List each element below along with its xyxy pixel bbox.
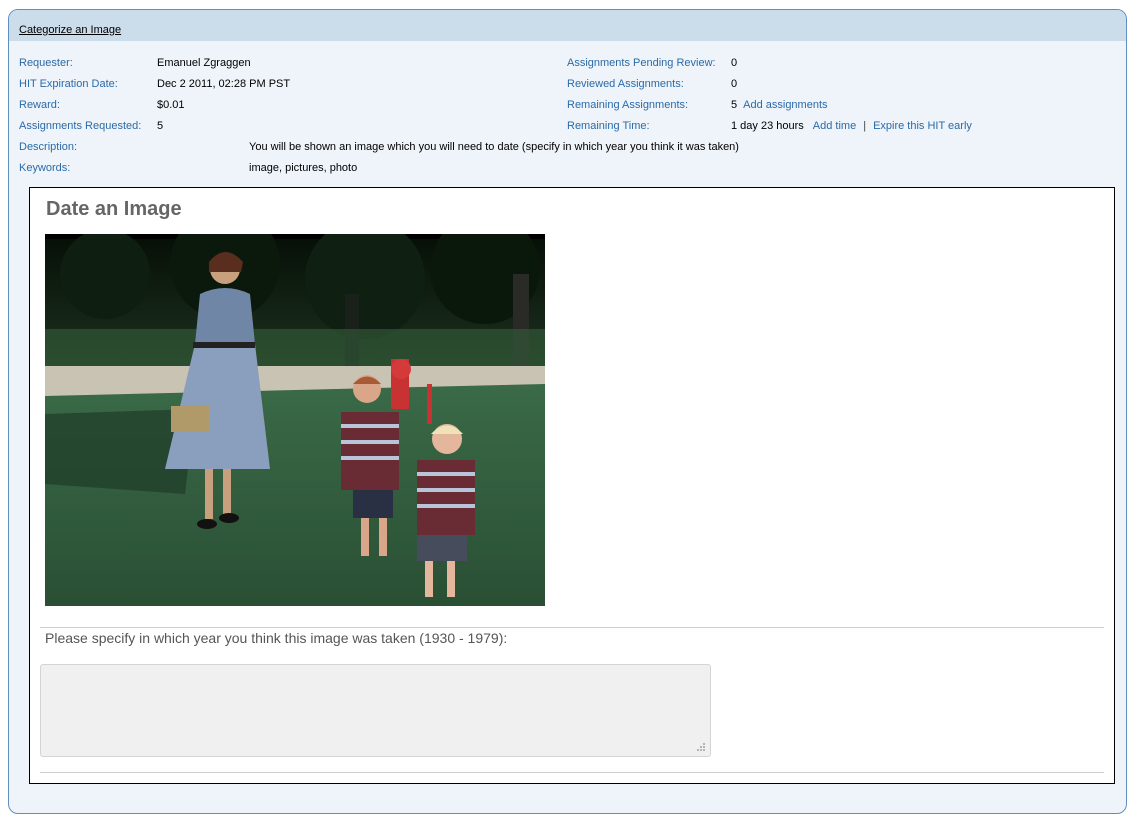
keywords-value: image, pictures, photo (249, 162, 358, 174)
panel-header: Categorize an Image (9, 10, 1126, 41)
remaining-time-value: 1 day 23 hours (731, 120, 804, 132)
link-separator: | (863, 120, 867, 132)
divider (40, 627, 1104, 628)
hit-title-link[interactable]: Categorize an Image (19, 24, 121, 36)
question-prompt: Please specify in which year you think t… (45, 630, 508, 646)
hit-info-section: Requester: Emanuel Zgraggen HIT Expirati… (9, 41, 1126, 187)
add-assignments-link[interactable]: Add assignments (743, 99, 827, 111)
year-answer-input[interactable] (40, 664, 711, 757)
remaining-assignments-row: 5 Add assignments (731, 99, 828, 111)
reviewed-label: Reviewed Assignments: (567, 78, 684, 90)
remaining-time-label: Remaining Time: (567, 120, 650, 132)
requester-label: Requester: (19, 57, 73, 69)
expire-hit-link[interactable]: Expire this HIT early (873, 120, 972, 132)
hit-heading: Date an Image (46, 198, 182, 220)
description-label: Description: (19, 141, 78, 153)
assignments-requested-value: 5 (157, 120, 164, 132)
remaining-assignments-label: Remaining Assignments: (567, 99, 689, 111)
remaining-time-row: 1 day 23 hours Add time | Expire this HIT e… (731, 120, 972, 132)
assignments-requested-label: Assignments Requested: (19, 120, 142, 132)
hit-preview-frame: Date an Image Please specify in which ye… (29, 187, 1115, 784)
expiration-value: Dec 2 2011, 02:28 PM PST (157, 78, 291, 90)
divider-bottom (40, 772, 1104, 773)
keywords-label: Keywords: (19, 162, 71, 174)
hit-details-panel: Categorize an Image Requester: Emanuel Z… (8, 9, 1127, 814)
add-time-link[interactable]: Add time (813, 120, 856, 132)
reward-value: $0.01 (157, 99, 185, 111)
description-value: You will be shown an image which you wil… (249, 141, 739, 153)
expiration-label: HIT Expiration Date: (19, 78, 118, 90)
reviewed-value: 0 (731, 78, 738, 90)
pending-review-label: Assignments Pending Review: (567, 57, 716, 69)
resize-grip-icon[interactable] (694, 740, 706, 752)
reward-label: Reward: (19, 99, 60, 111)
vintage-family-photo (45, 234, 545, 606)
remaining-assignments-value: 5 (731, 99, 738, 111)
pending-review-value: 0 (731, 57, 738, 69)
requester-value: Emanuel Zgraggen (157, 57, 251, 69)
